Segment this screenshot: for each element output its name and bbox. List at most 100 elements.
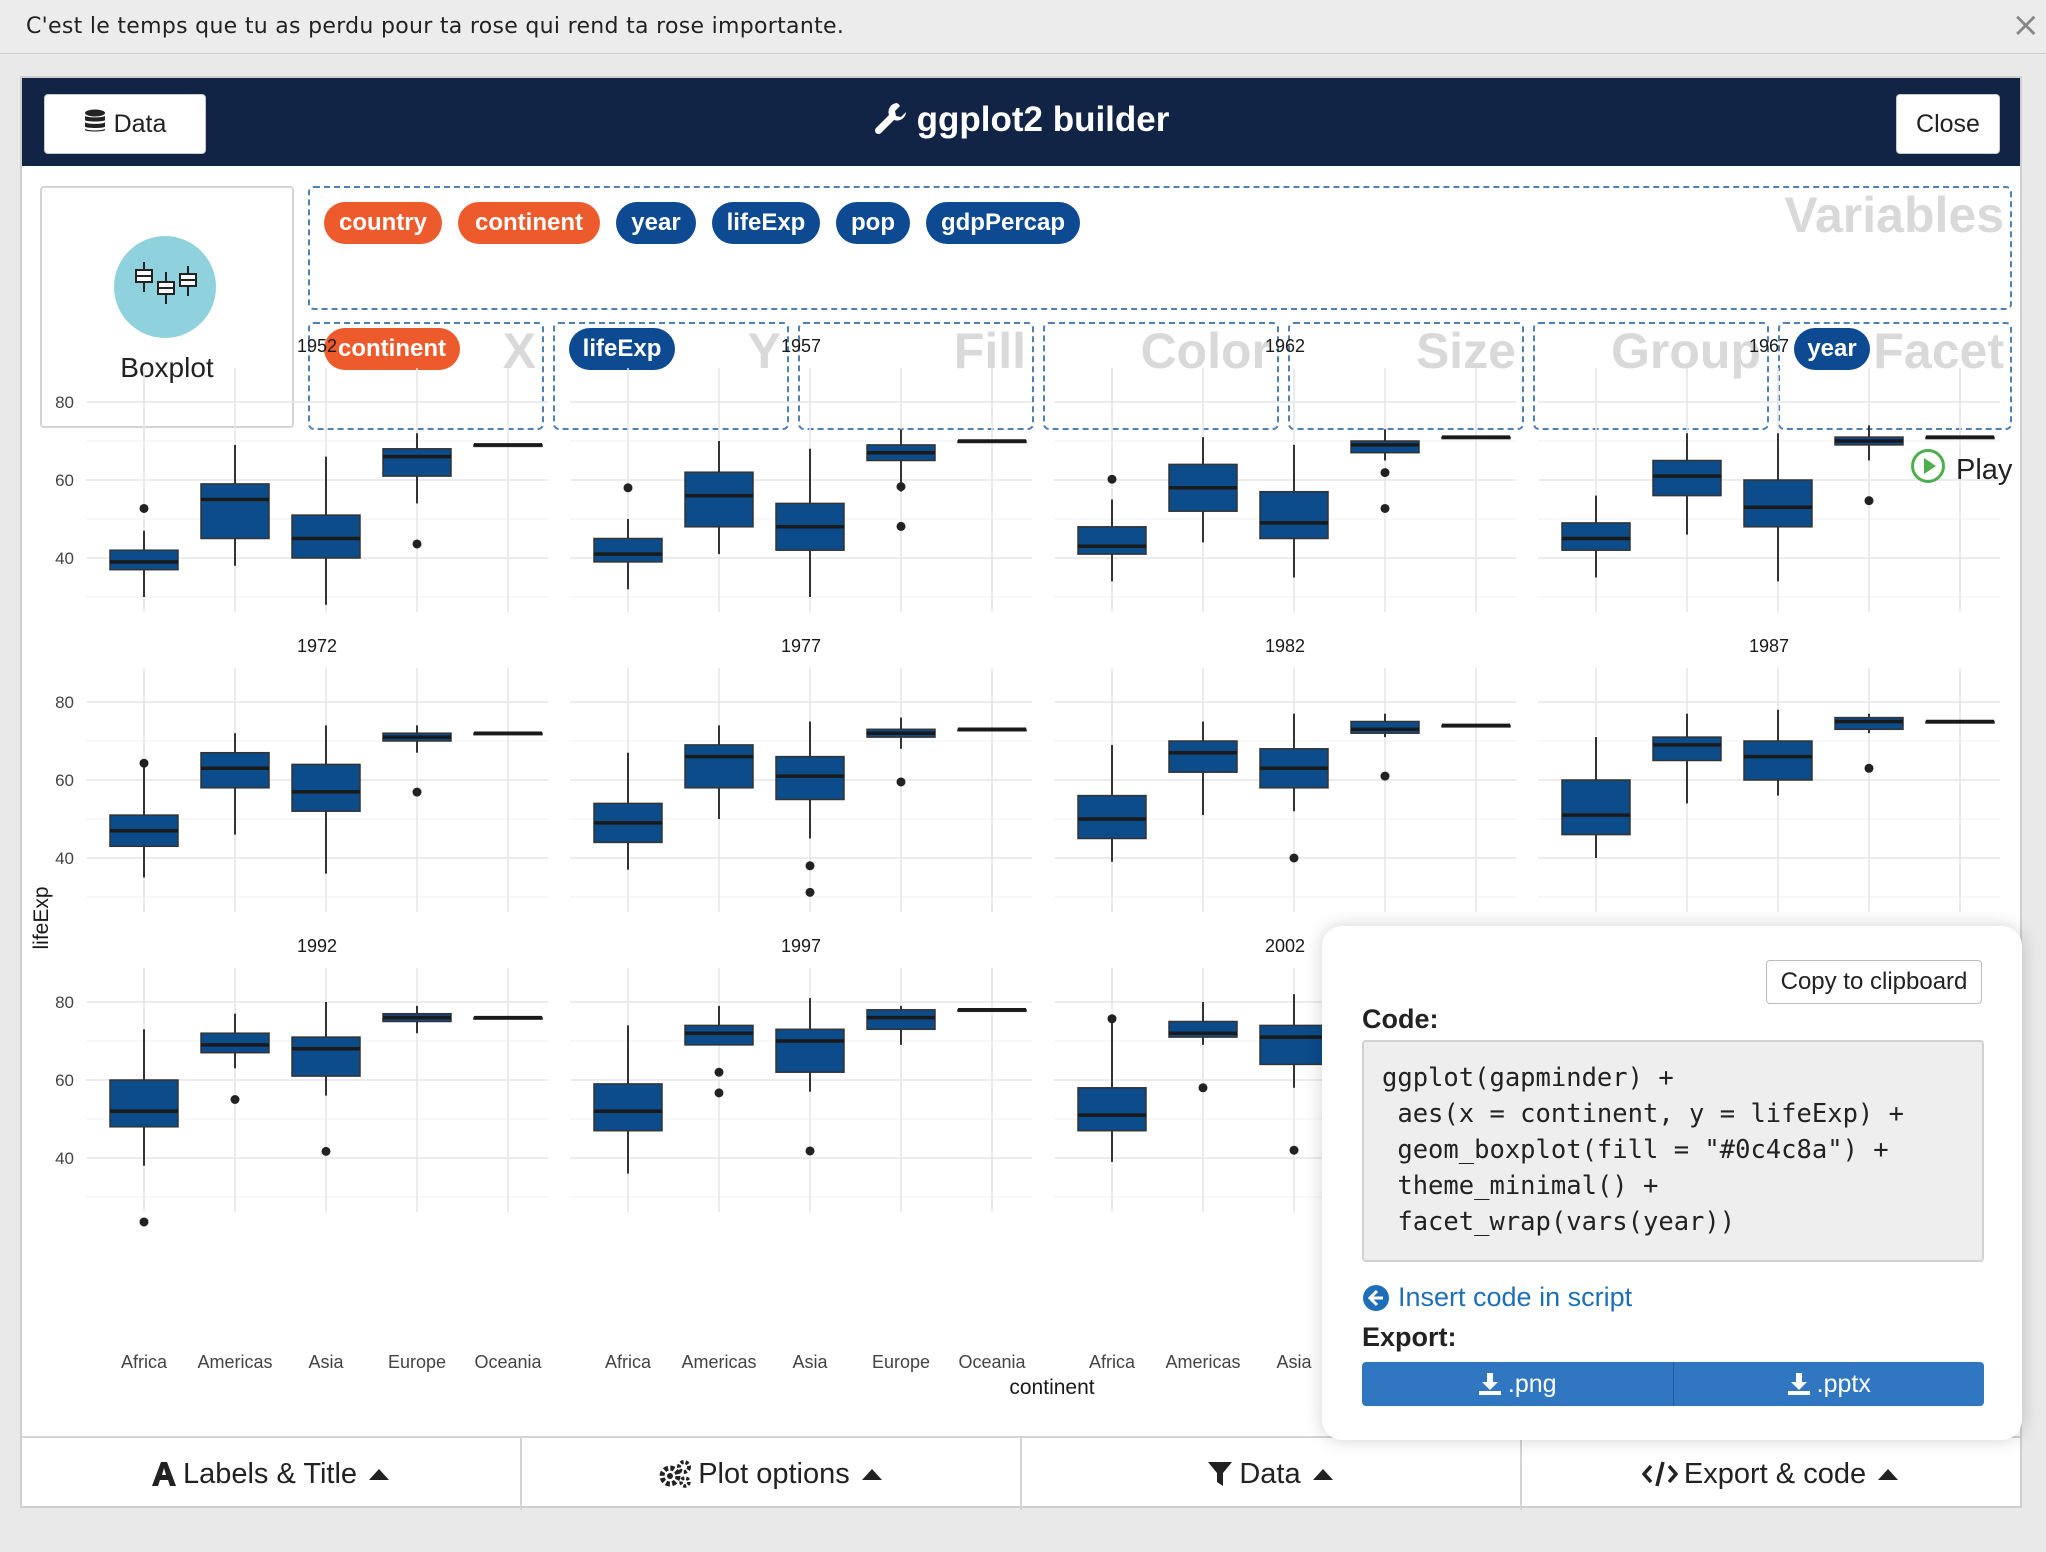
- caret-up-icon: [861, 1469, 882, 1480]
- banner-close-icon[interactable]: ×: [2012, 8, 2041, 42]
- box-africa: [593, 1083, 663, 1132]
- tab-labels-title[interactable]: Labels & Title: [22, 1438, 522, 1510]
- y-tick-label: 40: [55, 849, 74, 868]
- banner-message: C'est le temps que tu as perdu pour ta r…: [26, 14, 845, 39]
- box-africa: [593, 537, 663, 563]
- y-tick-label: 60: [55, 471, 74, 490]
- x-tick-label: Oceania: [958, 1352, 1026, 1372]
- outlier-point: [1864, 763, 1874, 773]
- outlier-point: [412, 539, 422, 549]
- facet-panel-1992: 1992 40 60 80 Africa Americas Asia Europe Oceani…: [55, 936, 548, 1372]
- facet-strip-label: 1992: [297, 936, 337, 956]
- export-button-group: .png .pptx: [1362, 1362, 1984, 1406]
- outlier-point: [230, 1095, 240, 1104]
- export-label: Export:: [1362, 1322, 1457, 1352]
- code-block: ggplot(gapminder) + aes(x = continent, y…: [1362, 1040, 1984, 1262]
- export-png-button[interactable]: .png: [1362, 1362, 1673, 1406]
- box-americas: [684, 1024, 754, 1046]
- play-button[interactable]: Play: [1910, 448, 2012, 492]
- box-africa: [1077, 1087, 1147, 1132]
- box-asia: [1743, 740, 1813, 781]
- box-africa: [1561, 779, 1631, 836]
- facet-strip-label: 1977: [781, 636, 821, 656]
- box-americas: [200, 751, 270, 789]
- outlier-point: [139, 503, 149, 513]
- x-tick-label: Oceania: [474, 1352, 542, 1372]
- outlier-point: [896, 482, 906, 492]
- outlier-point: [321, 1146, 331, 1156]
- outlier-point: [805, 887, 815, 897]
- tab-plot-options-label: Plot options: [698, 1457, 850, 1490]
- facet-strip-label: 1982: [1265, 636, 1305, 656]
- font-icon: [151, 1462, 176, 1486]
- code-icon: [1641, 1461, 1678, 1487]
- y-tick-label: 80: [55, 993, 74, 1012]
- box-americas: [684, 744, 754, 789]
- outlier-point: [412, 787, 422, 797]
- facet-panel-1972: 1972 40 60 80: [55, 636, 548, 912]
- facet-strip-label: 1952: [297, 336, 337, 356]
- copy-to-clipboard-button[interactable]: Copy to clipboard: [1766, 960, 1982, 1004]
- box-americas: [200, 1032, 270, 1054]
- export-pptx-button[interactable]: .pptx: [1672, 1362, 1984, 1406]
- x-tick-label: Asia: [792, 1352, 828, 1372]
- box-asia: [1743, 479, 1813, 528]
- tab-labels-title-label: Labels & Title: [182, 1457, 358, 1490]
- facet-strip-label: 1987: [1749, 636, 1789, 656]
- box-europe: [1350, 440, 1420, 454]
- box-europe: [1350, 720, 1420, 734]
- tab-export-code[interactable]: Export & code: [1522, 1438, 2020, 1510]
- box-africa: [1561, 522, 1631, 551]
- play-label: Play: [1956, 453, 2013, 486]
- outlier-point: [714, 1067, 724, 1077]
- filter-icon: [1208, 1462, 1233, 1486]
- caret-up-icon: [369, 1469, 390, 1480]
- box-africa: [1077, 526, 1147, 555]
- outlier-point: [896, 521, 906, 531]
- download-icon: [1478, 1373, 1501, 1395]
- box-asia: [1259, 1024, 1329, 1066]
- outlier-point: [1107, 474, 1117, 484]
- outlier-point: [1380, 503, 1390, 513]
- facet-strip-label: 1957: [781, 336, 821, 356]
- gears-icon: [659, 1460, 692, 1488]
- box-americas: [1168, 740, 1238, 773]
- tab-data[interactable]: Data: [1022, 1438, 1522, 1510]
- facet-panel-1977: 1977: [570, 636, 1032, 912]
- x-tick-label: Asia: [1276, 1352, 1312, 1372]
- box-asia: [1259, 490, 1329, 540]
- box-africa: [109, 1079, 179, 1128]
- outlier-point: [1107, 1014, 1117, 1024]
- box-asia: [775, 1028, 845, 1073]
- box-europe: [866, 1009, 936, 1031]
- outlier-point: [623, 483, 633, 493]
- insert-code-link[interactable]: Insert code in script: [1362, 1282, 1632, 1313]
- tab-plot-options[interactable]: Plot options: [522, 1438, 1022, 1510]
- x-tick-label: Europe: [388, 1352, 446, 1372]
- box-americas: [200, 483, 270, 540]
- facet-panel-1982: 1982: [1054, 636, 1516, 912]
- notification-banner: C'est le temps que tu as perdu pour ta r…: [0, 0, 2046, 54]
- box-americas: [684, 471, 754, 528]
- outlier-point: [896, 777, 906, 787]
- box-asia: [291, 763, 361, 812]
- y-axis-title: lifeExp: [30, 886, 53, 949]
- x-tick-label: Africa: [1089, 1352, 1136, 1372]
- facet-strip-label: 2002: [1265, 936, 1305, 956]
- y-tick-label: 80: [55, 693, 74, 712]
- box-americas: [1652, 736, 1722, 762]
- x-tick-label: Asia: [308, 1352, 344, 1372]
- export-pptx-label: .pptx: [1816, 1369, 1871, 1398]
- outlier-point: [139, 1217, 149, 1227]
- caret-up-icon: [1312, 1469, 1333, 1480]
- outlier-point: [139, 758, 149, 768]
- x-axis-title: continent: [1009, 1376, 1094, 1399]
- y-tick-label: 40: [55, 1149, 74, 1168]
- box-asia: [291, 514, 361, 559]
- outlier-point: [805, 1146, 815, 1156]
- outlier-point: [1289, 853, 1299, 863]
- box-africa: [109, 549, 179, 571]
- y-tick-label: 60: [55, 771, 74, 790]
- outlier-point: [1380, 468, 1390, 478]
- outlier-point: [714, 1088, 724, 1098]
